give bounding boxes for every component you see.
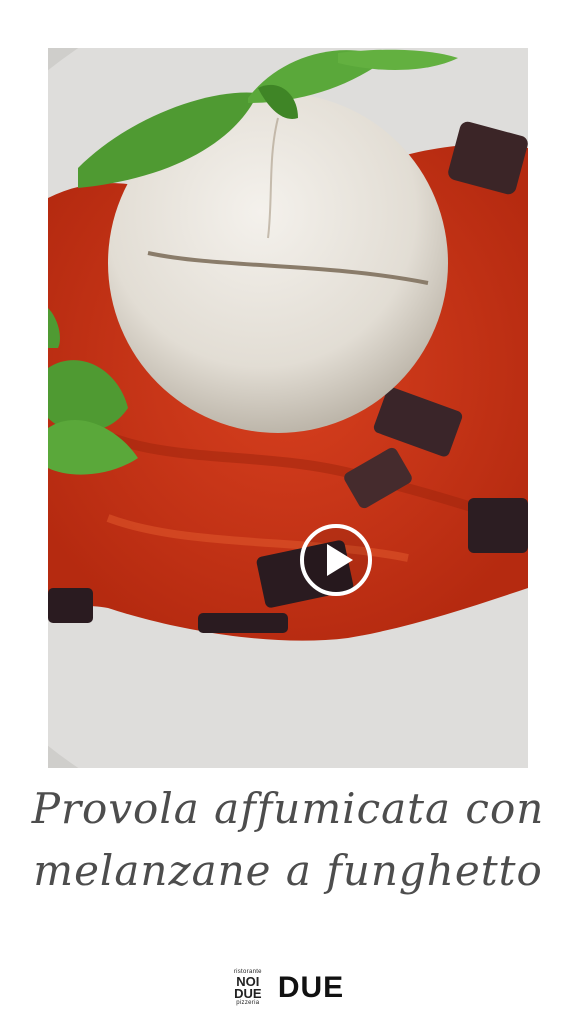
caption-line-1: Provola affumicata con bbox=[31, 784, 545, 833]
noidue-logo: ristorante NOI DUE pizzeria bbox=[232, 968, 264, 1008]
video-player[interactable] bbox=[48, 48, 528, 768]
logo-bottom-text: pizzeria bbox=[236, 1000, 260, 1006]
food-image bbox=[48, 48, 528, 768]
due-wordmark: DUE bbox=[277, 971, 345, 1004]
logo-main-2: DUE bbox=[234, 986, 262, 1001]
dish-caption: Provola affumicata con melanzane a fungh… bbox=[0, 778, 576, 902]
play-button[interactable] bbox=[300, 524, 372, 596]
brand-footer: ristorante NOI DUE pizzeria DUE bbox=[0, 966, 576, 1010]
caption-line-2: melanzane a funghetto bbox=[33, 846, 543, 895]
play-icon bbox=[326, 544, 353, 576]
